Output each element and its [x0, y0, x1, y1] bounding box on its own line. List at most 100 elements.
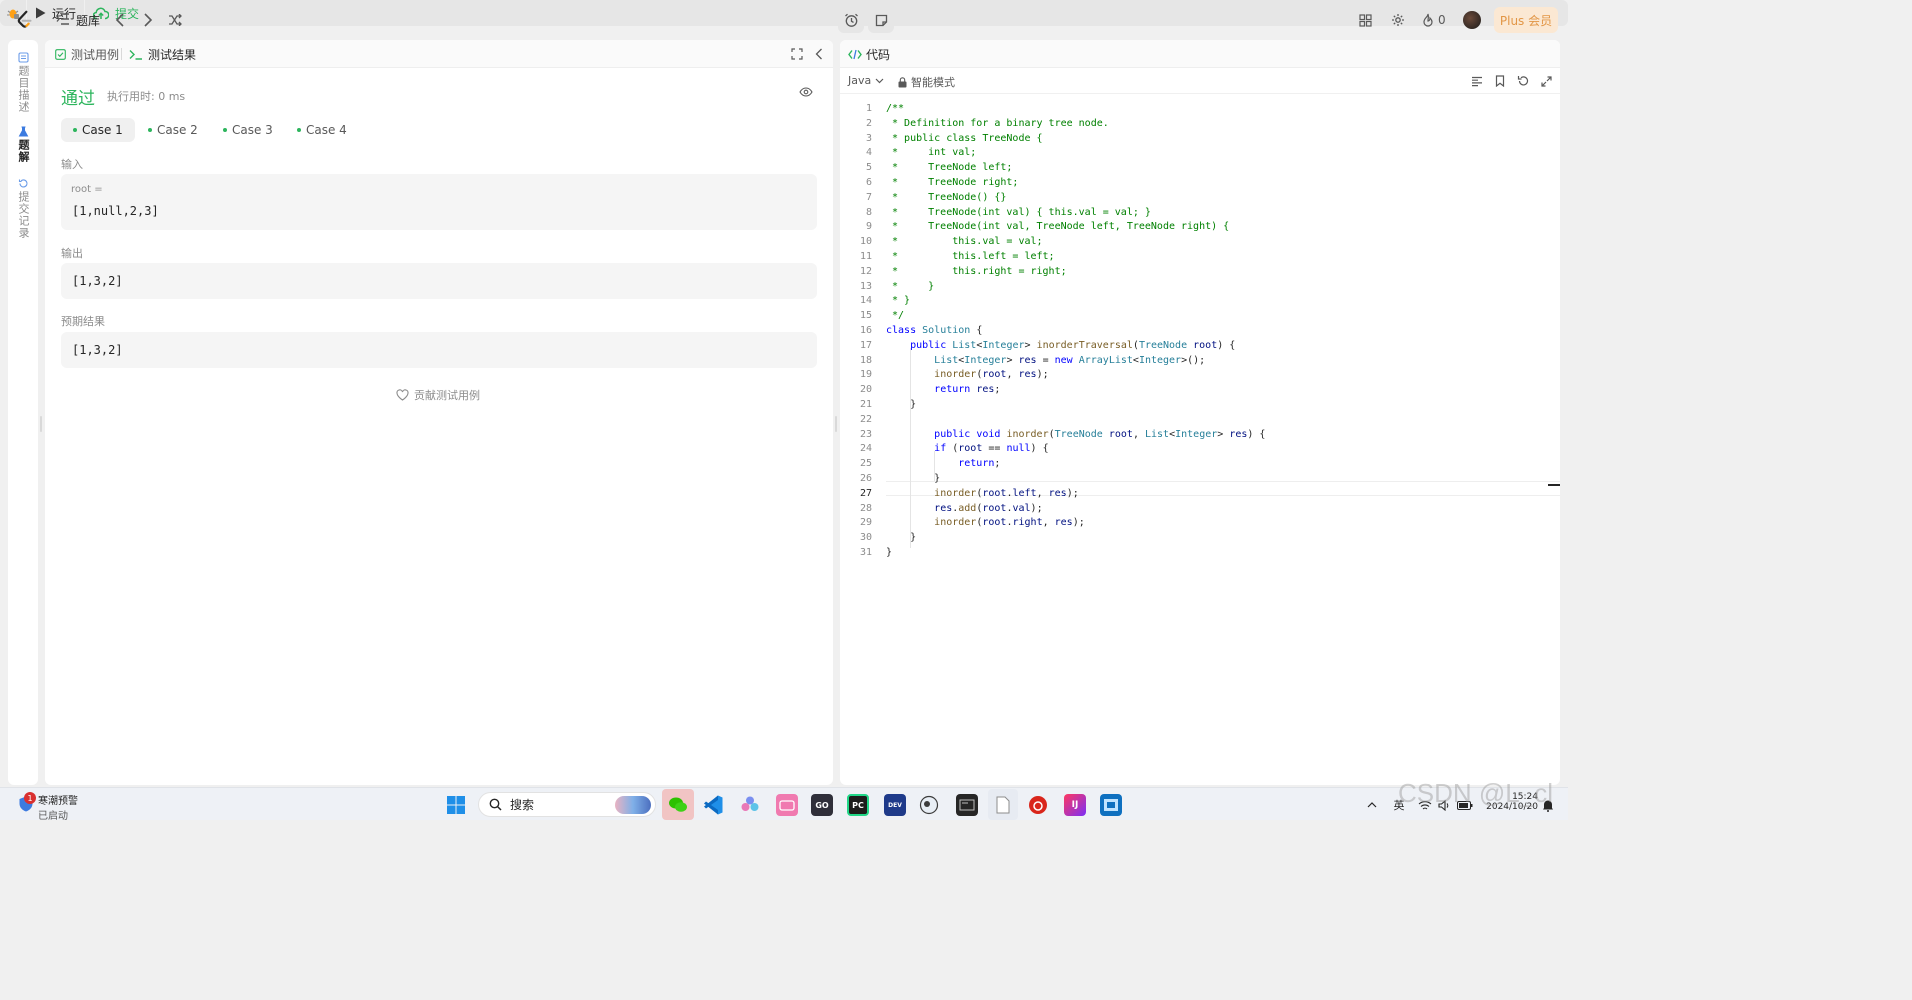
- rail-item-submissions[interactable]: 提交记录: [16, 178, 30, 239]
- prev-problem-button[interactable]: [110, 10, 130, 30]
- random-problem-button[interactable]: [165, 10, 185, 30]
- case-label: Case 1: [82, 123, 123, 137]
- wechat-icon: [669, 797, 687, 812]
- input-box: root = [1,null,2,3]: [61, 174, 817, 230]
- language-selector[interactable]: Java: [848, 74, 884, 87]
- problem-list-button[interactable]: 题库: [56, 10, 100, 30]
- input-label: 输入: [61, 158, 83, 171]
- history-icon: [18, 179, 27, 188]
- panel-resize-handle[interactable]: [835, 416, 837, 432]
- weather-alert-widget[interactable]: 1: [14, 792, 38, 816]
- pass-dot: [148, 128, 152, 132]
- taskbar-app-terminal[interactable]: [956, 794, 978, 816]
- code-line: res.add(root.val);: [934, 502, 1043, 514]
- settings-button[interactable]: [1388, 10, 1408, 30]
- avatar[interactable]: [1463, 11, 1481, 29]
- timer-button[interactable]: [838, 7, 864, 33]
- undo-icon: [1517, 76, 1529, 86]
- left-resize-handle[interactable]: [40, 416, 42, 432]
- streak-counter[interactable]: 0: [1422, 10, 1446, 30]
- taskbar-app-window[interactable]: [1100, 794, 1122, 816]
- line-number: 30: [859, 532, 872, 544]
- notes-button[interactable]: [868, 7, 894, 33]
- line-number: 8: [865, 206, 872, 218]
- pycharm-icon: PC: [852, 800, 864, 810]
- tab-testcase[interactable]: 测试用例: [55, 46, 119, 63]
- contribute-testcase-button[interactable]: 贡献测试用例: [396, 387, 480, 403]
- format-button[interactable]: [1469, 73, 1485, 89]
- problem-list-label: 题库: [76, 13, 101, 28]
- rail-item-solutions[interactable]: 题解: [16, 126, 30, 163]
- taskbar-app-flower[interactable]: [740, 794, 760, 816]
- taskbar-app-goland[interactable]: GO: [811, 794, 833, 816]
- taskbar-app-file[interactable]: [988, 789, 1018, 820]
- volume-button[interactable]: [1436, 794, 1454, 816]
- bookmark-button[interactable]: [1492, 73, 1508, 89]
- taskbar-app-devcpp[interactable]: DEV: [884, 794, 906, 816]
- checkbox-icon: [55, 49, 66, 60]
- case-label: Case 4: [306, 123, 347, 137]
- run-submit-group: 运行 提交: [0, 0, 1568, 26]
- taskbar-app-globe[interactable]: [919, 794, 939, 816]
- rail-label-description: 题目描述: [17, 65, 30, 113]
- rail-label-solutions: 题解: [17, 139, 30, 163]
- smart-mode-toggle[interactable]: 智能模式: [898, 74, 955, 90]
- case-tab-1[interactable]: Case 1: [61, 118, 135, 142]
- tray-overflow-button[interactable]: [1364, 794, 1380, 816]
- terminal-icon: [129, 50, 142, 60]
- list-icon: [56, 12, 70, 28]
- chevron-left-icon: [115, 13, 124, 27]
- line-number: 31: [859, 547, 872, 558]
- battery-button[interactable]: [1456, 794, 1474, 816]
- leetcode-logo[interactable]: [14, 8, 38, 32]
- next-problem-button[interactable]: [138, 10, 158, 30]
- taskbar-app-intellij[interactable]: IJ: [1064, 794, 1086, 816]
- file-icon: [996, 796, 1010, 813]
- fullscreen-button[interactable]: [1538, 73, 1554, 89]
- align-left-icon: [1472, 76, 1482, 86]
- line-number: 17: [859, 339, 872, 351]
- code-line: * }: [886, 280, 935, 292]
- start-button[interactable]: [446, 794, 466, 816]
- code-line: /**: [886, 103, 905, 114]
- layout-grid-icon: [1358, 13, 1372, 27]
- tab-result[interactable]: 测试结果: [129, 46, 196, 63]
- taskbar-app-pycharm[interactable]: PC: [847, 794, 869, 816]
- layout-button[interactable]: [1355, 10, 1375, 30]
- clock-time: 15:24: [1512, 792, 1538, 802]
- pass-dot: [297, 128, 301, 132]
- line-number: 2: [865, 117, 872, 129]
- case-tab-3[interactable]: Case 3: [211, 118, 285, 142]
- clock[interactable]: 15:24 2024/10/20: [1482, 792, 1538, 812]
- maximize-button[interactable]: [789, 46, 805, 62]
- speaker-icon: [1438, 799, 1449, 811]
- case-tab-4[interactable]: Case 4: [285, 118, 359, 142]
- taskbar-search[interactable]: 搜索: [478, 792, 656, 817]
- taskbar-app-vscode[interactable]: [702, 794, 724, 816]
- weather-alert-text[interactable]: 寒潮预警 已启动: [38, 792, 78, 822]
- code-tab[interactable]: 代码: [848, 46, 890, 63]
- globe-icon: [919, 795, 939, 815]
- toggle-visibility-button[interactable]: [799, 86, 815, 102]
- collapse-button[interactable]: [811, 46, 827, 62]
- rail-item-description[interactable]: 题目描述: [16, 52, 30, 113]
- wifi-button[interactable]: [1416, 794, 1434, 816]
- taskbar-app-bilibili[interactable]: [776, 794, 798, 816]
- document-icon: [17, 52, 29, 63]
- plus-membership-button[interactable]: Plus 会员: [1494, 7, 1558, 33]
- search-icon: [489, 798, 502, 811]
- taskbar-app-netease-music[interactable]: [1028, 794, 1048, 816]
- code-editor[interactable]: 1 2 3 4 5 6 7 8 9 10 11 12 13 14 15 16 17 18 19 20 21 22 23 24 2…: [840, 102, 1560, 582]
- music-icon: [1029, 796, 1047, 814]
- ime-indicator[interactable]: 英: [1390, 794, 1408, 816]
- code-line: public List<Integer> inorderTraversal(Tr…: [910, 339, 1236, 351]
- taskbar-app-wechat[interactable]: [662, 789, 694, 820]
- line-number: 22: [859, 413, 872, 425]
- notification-center-button[interactable]: [1540, 794, 1556, 816]
- window-app-icon: [1104, 799, 1118, 811]
- reset-code-button[interactable]: [1515, 73, 1531, 89]
- line-number: 29: [859, 517, 872, 529]
- case-tab-2[interactable]: Case 2: [136, 118, 210, 142]
- code-line: class Solution {: [886, 325, 983, 336]
- code-line: * this.right = right;: [886, 265, 1067, 277]
